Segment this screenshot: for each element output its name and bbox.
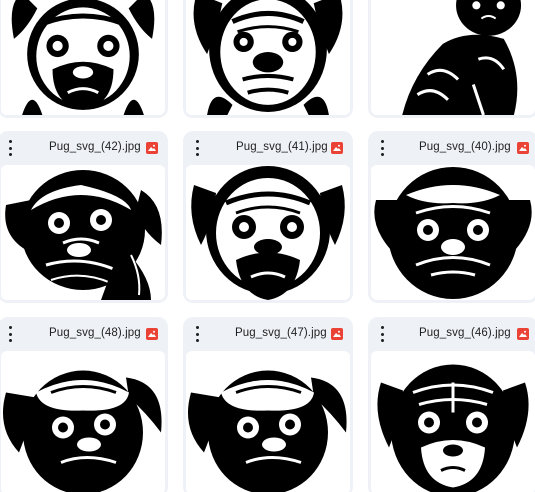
file-name: Pug_svg_(40).jpg (419, 141, 511, 153)
file-card-header: Pug_svg_(47).jpg (183, 317, 353, 351)
image-file-icon (517, 142, 529, 154)
more-options-icon[interactable] (4, 326, 16, 342)
file-card-header: Pug_svg_(42).jpg (0, 131, 168, 165)
file-name: Pug_svg_(41).jpg (236, 141, 328, 153)
file-card-header: Pug_svg_(48).jpg (0, 317, 168, 351)
file-card[interactable]: Pug_svg_(48).jpg (0, 317, 168, 492)
image-file-icon (146, 328, 158, 340)
file-thumbnail[interactable] (371, 0, 535, 115)
file-card[interactable]: Pug_svg_(47).jpg (183, 317, 353, 492)
pug-image (186, 0, 350, 115)
file-name: Pug_svg_(47).jpg (235, 327, 327, 339)
image-file-icon (146, 142, 158, 154)
file-card[interactable]: Pug_svg_(40).jpg (368, 131, 535, 303)
file-card-header: Pug_svg_(41).jpg (183, 131, 353, 165)
file-card[interactable]: Pug_svg_(42).jpg (0, 131, 168, 303)
more-options-icon[interactable] (376, 326, 388, 342)
file-card[interactable] (0, 0, 168, 118)
file-thumbnail[interactable] (186, 0, 350, 115)
image-file-icon (331, 328, 343, 340)
file-card-header: Pug_svg_(40).jpg (368, 131, 535, 165)
more-options-icon[interactable] (4, 140, 16, 156)
file-thumbnail[interactable] (1, 351, 165, 492)
more-options-icon[interactable] (191, 140, 203, 156)
file-card[interactable]: Pug_svg_(46).jpg (368, 317, 535, 492)
pug-image (371, 0, 535, 115)
pug-image (186, 352, 350, 492)
image-file-icon (331, 142, 343, 154)
file-thumbnail[interactable] (1, 0, 165, 115)
file-name: Pug_svg_(48).jpg (49, 327, 141, 339)
file-card[interactable]: Pug_svg_(41).jpg (183, 131, 353, 303)
more-options-icon[interactable] (376, 140, 388, 156)
file-thumbnail[interactable] (186, 351, 350, 492)
file-thumbnail[interactable] (186, 165, 350, 300)
pug-image (371, 165, 535, 300)
file-name: Pug_svg_(46).jpg (419, 327, 511, 339)
pug-image (371, 352, 535, 492)
more-options-icon[interactable] (191, 326, 203, 342)
file-card-header: Pug_svg_(46).jpg (368, 317, 535, 351)
file-grid: Pug_svg_(42).jpg Pug_svg_(41).jpg Pug_sv… (0, 0, 535, 492)
file-name: Pug_svg_(42).jpg (49, 141, 141, 153)
file-thumbnail[interactable] (371, 165, 535, 300)
pug-image (1, 352, 165, 492)
pug-image (1, 165, 165, 300)
pug-image (186, 165, 350, 300)
file-card[interactable] (183, 0, 353, 118)
file-thumbnail[interactable] (1, 165, 165, 300)
image-file-icon (517, 328, 529, 340)
file-thumbnail[interactable] (371, 351, 535, 492)
file-card[interactable] (368, 0, 535, 118)
pug-image (1, 0, 165, 115)
